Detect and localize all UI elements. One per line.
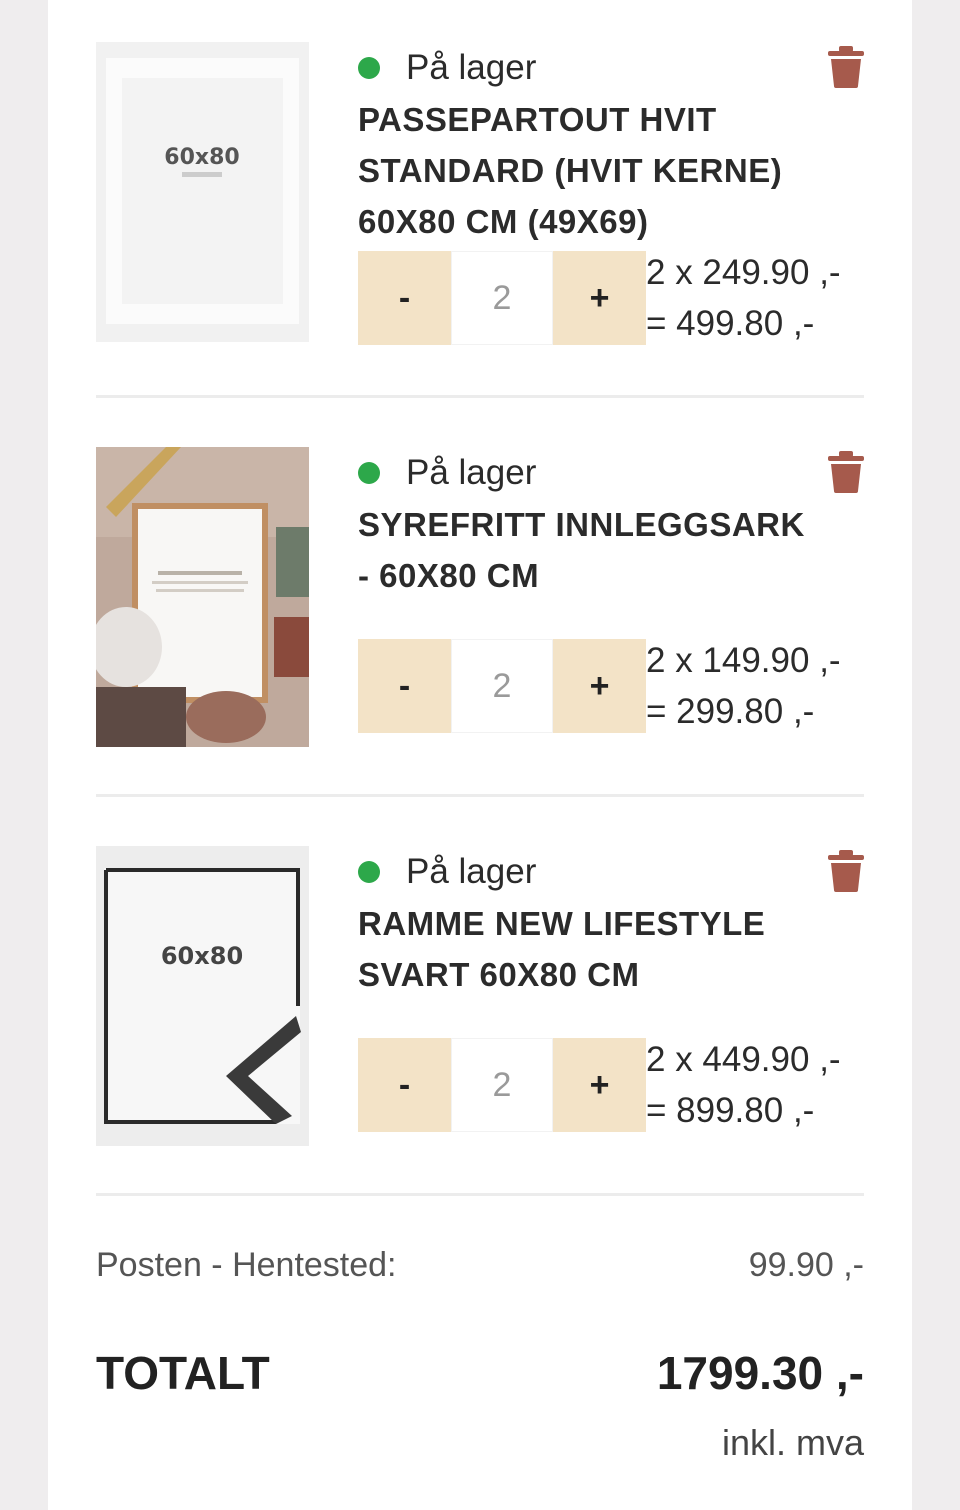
price-block: 2 x 149.90 ,- = 299.80 ,- (646, 635, 841, 737)
in-stock-dot-icon (358, 57, 380, 79)
trash-icon[interactable] (828, 451, 864, 493)
product-title[interactable]: PASSEPARTOUT HVIT STANDARD (HVIT KERNE) … (358, 94, 818, 247)
image-size-label: 60x80 (164, 145, 239, 170)
image-size-label: 60x80 (161, 942, 243, 970)
product-image-ramme[interactable]: 60x80 (96, 846, 309, 1146)
trash-icon[interactable] (828, 850, 864, 892)
unit-price: 2 x 149.90 ,- (646, 641, 841, 680)
increase-qty-button[interactable]: + (553, 1038, 646, 1132)
cart-item: På lager SYREFRITT INNLEGGSARK - 60X80 C… (96, 447, 864, 747)
price-block: 2 x 249.90 ,- = 499.80 ,- (646, 247, 841, 349)
quantity-field[interactable]: 2 (451, 251, 553, 345)
stock-status: På lager (358, 42, 536, 94)
quantity-stepper: - 2 + (358, 251, 648, 345)
quantity-field[interactable]: 2 (451, 1038, 553, 1132)
stock-status: På lager (358, 846, 536, 898)
decrease-qty-button[interactable]: - (358, 251, 451, 345)
trash-icon[interactable] (828, 46, 864, 88)
price-block: 2 x 449.90 ,- = 899.80 ,- (646, 1034, 841, 1136)
divider (96, 794, 864, 797)
vat-note: inkl. mva (721, 1422, 864, 1463)
product-title[interactable]: RAMME NEW LIFESTYLE SVART 60X80 CM (358, 898, 818, 1000)
in-stock-dot-icon (358, 861, 380, 883)
product-image-innleggsark[interactable] (96, 447, 309, 747)
product-image-passepartout[interactable]: 60x80 (96, 42, 309, 342)
ramme-image: 60x80 (96, 846, 309, 1146)
cart-item: 60x80 På lager PASSEPARTOUT HVIT STANDAR… (96, 42, 864, 345)
stock-status: På lager (358, 447, 536, 499)
quantity-field[interactable]: 2 (451, 639, 553, 733)
unit-price: 2 x 249.90 ,- (646, 253, 841, 292)
line-total: = 899.80 ,- (646, 1091, 815, 1130)
quantity-stepper: - 2 + (358, 1038, 648, 1132)
unit-price: 2 x 449.90 ,- (646, 1040, 841, 1079)
stock-label: På lager (406, 852, 537, 891)
passepartout-image: 60x80 (96, 42, 309, 342)
product-title[interactable]: SYREFRITT INNLEGGSARK - 60X80 CM (358, 499, 818, 601)
innleggsark-image (96, 447, 309, 747)
total-value: 1799.30 ,- (656, 1347, 864, 1399)
increase-qty-button[interactable]: + (553, 639, 646, 733)
line-total: = 299.80 ,- (646, 692, 815, 731)
line-total: = 499.80 ,- (646, 304, 815, 343)
stock-label: På lager (406, 453, 537, 492)
cart-item: 60x80 På lager RAMME NEW LIFESTYLE SVART… (96, 846, 864, 1146)
total-label: TOTALT (96, 1347, 270, 1399)
decrease-qty-button[interactable]: - (358, 1038, 451, 1132)
shipping-label: Posten - Hentested: (96, 1246, 397, 1284)
decrease-qty-button[interactable]: - (358, 639, 451, 733)
divider (96, 395, 864, 398)
stock-label: På lager (406, 48, 537, 87)
shipping-value: 99.90 ,- (748, 1246, 864, 1284)
quantity-stepper: - 2 + (358, 639, 648, 733)
in-stock-dot-icon (358, 462, 380, 484)
divider (96, 1193, 864, 1196)
increase-qty-button[interactable]: + (553, 251, 646, 345)
